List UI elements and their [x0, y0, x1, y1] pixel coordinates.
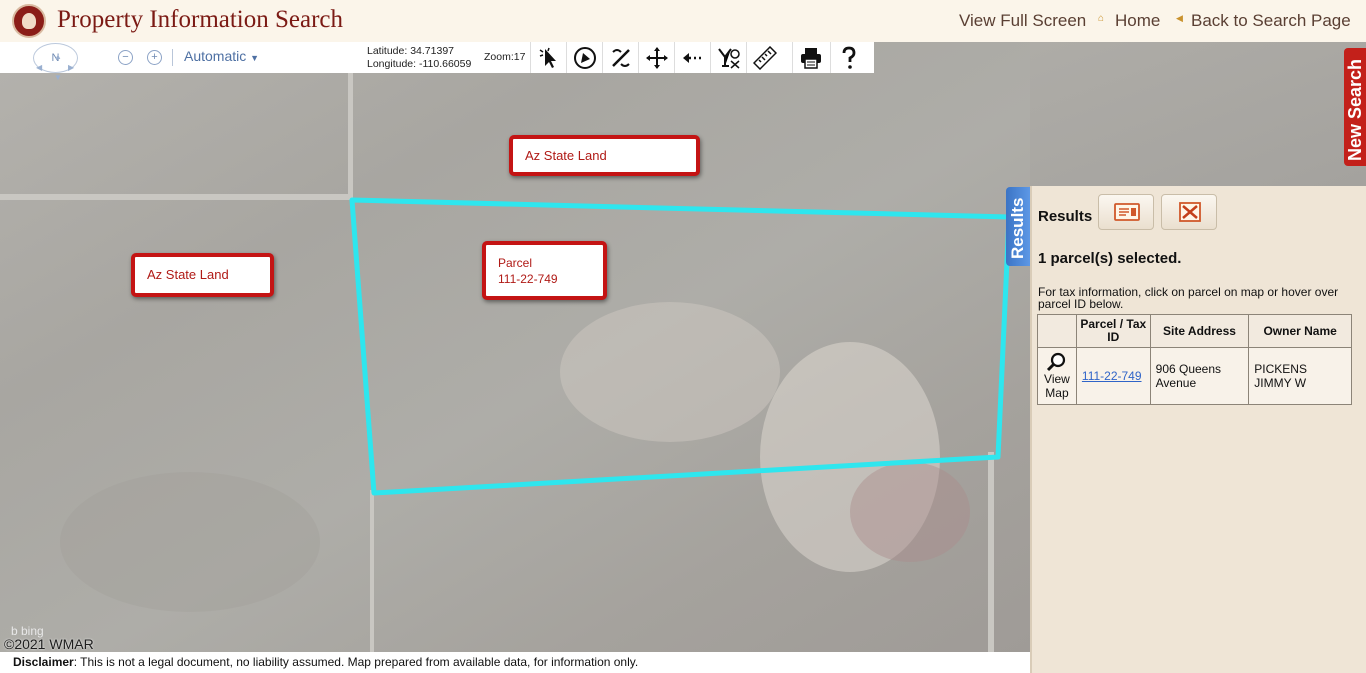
new-search-tab[interactable]: New Search — [1344, 48, 1366, 166]
tax-info-instructions: For tax information, click on parcel on … — [1038, 285, 1339, 311]
parcel-id-link[interactable]: 111-22-749 — [1082, 369, 1142, 383]
view-full-screen-link[interactable]: View Full Screen — [959, 11, 1086, 31]
pan-down-icon[interactable]: ▼ — [54, 64, 62, 92]
results-table: Parcel / Tax ID Site Address Owner Name … — [1037, 314, 1352, 405]
county-seal-logo — [12, 4, 46, 38]
pan-right-icon[interactable]: ▶ — [68, 54, 74, 82]
zoom-out-icon[interactable]: − — [118, 50, 133, 65]
disclaimer-text: : This is not a legal document, no liabi… — [73, 655, 639, 669]
zoom-level-readout: Zoom:17 — [484, 51, 526, 63]
print-icon[interactable] — [792, 42, 828, 73]
pan-tool-icon[interactable] — [638, 42, 674, 73]
back-to-search-link[interactable]: Back to Search Page — [1191, 11, 1351, 31]
results-tab[interactable]: Results — [1006, 187, 1030, 266]
parcel-label-title: Parcel — [498, 256, 533, 270]
page-title: Property Information Search — [57, 6, 344, 33]
magnifier-icon — [1046, 352, 1066, 372]
aerial-map-east[interactable] — [1030, 42, 1366, 186]
parcel-label-id: 111-22-749 — [498, 272, 558, 286]
column-header-site-address: Site Address — [1149, 314, 1250, 348]
new-search-tab-label: New Search — [1345, 58, 1365, 161]
column-header-view — [1037, 314, 1077, 348]
view-map-label: View Map — [1044, 372, 1070, 400]
clear-results-button[interactable] — [1161, 194, 1217, 230]
disclaimer-bar: Disclaimer: This is not a legal document… — [0, 652, 1030, 673]
results-table-header: Parcel / Tax ID Site Address Owner Name — [1037, 314, 1352, 348]
aerial-map[interactable] — [0, 42, 1030, 652]
app-header: Property Information Search View Full Sc… — [0, 0, 1366, 42]
state-land-label-west[interactable]: Az State Land — [131, 253, 274, 297]
results-panel-title: Results — [1038, 208, 1093, 225]
pan-left-icon[interactable]: ◀ — [36, 54, 42, 82]
compass-pan-control[interactable]: ▲ ◀ N ▶ ▼ — [33, 43, 78, 82]
percent-tool-icon[interactable] — [602, 42, 638, 73]
column-header-parcel-id: Parcel / Tax ID — [1075, 314, 1151, 348]
latitude-readout: Latitude: 34.71397 — [367, 45, 454, 57]
state-land-label-north[interactable]: Az State Land — [509, 135, 700, 176]
map-toolbar: ▲ ◀ N ▶ ▼ − + Automatic ▼ Latitude: 34.7… — [0, 42, 874, 82]
export-results-button[interactable] — [1098, 194, 1154, 230]
copyright-watermark: ©2021 WMAR — [4, 636, 94, 652]
back-arrow-icon: ◀ — [1176, 13, 1183, 23]
disclaimer-label: Disclaimer — [13, 655, 74, 669]
selected-count: 1 parcel(s) selected. — [1038, 250, 1182, 267]
toolbar-divider — [172, 49, 173, 66]
parcel-boundary[interactable] — [0, 42, 1030, 652]
home-icon: ⌂ — [1098, 13, 1105, 24]
chevron-down-icon: ▼ — [250, 53, 260, 63]
polygon-select-icon[interactable] — [566, 42, 602, 73]
owner-name-cell: PICKENS JIMMY W — [1248, 347, 1352, 405]
column-header-owner-name: Owner Name — [1248, 314, 1352, 348]
home-link[interactable]: Home — [1115, 11, 1160, 31]
parcel-label[interactable]: Parcel 111-22-749 — [482, 241, 607, 300]
help-icon[interactable] — [830, 42, 866, 73]
basemap-mode-select[interactable]: Automatic ▼ — [184, 48, 259, 64]
select-tool-icon[interactable] — [530, 42, 566, 73]
basemap-mode-value: Automatic — [184, 48, 247, 64]
zoom-in-icon[interactable]: + — [147, 50, 162, 65]
table-row: View Map 111-22-749 906 Queens Avenue PI… — [1037, 347, 1352, 405]
site-address-cell: 906 Queens Avenue — [1149, 347, 1250, 405]
results-tab-label: Results — [1008, 197, 1027, 259]
identify-tool-icon[interactable] — [710, 42, 746, 73]
measure-tool-icon[interactable] — [746, 42, 782, 73]
view-map-button[interactable]: View Map — [1037, 347, 1077, 405]
longitude-readout: Longitude: -110.66059 — [367, 58, 472, 70]
back-extent-icon[interactable] — [674, 42, 710, 73]
export-card-icon — [1114, 203, 1140, 221]
clear-selection-icon — [1179, 202, 1201, 222]
parcel-id-cell: 111-22-749 — [1075, 347, 1151, 405]
